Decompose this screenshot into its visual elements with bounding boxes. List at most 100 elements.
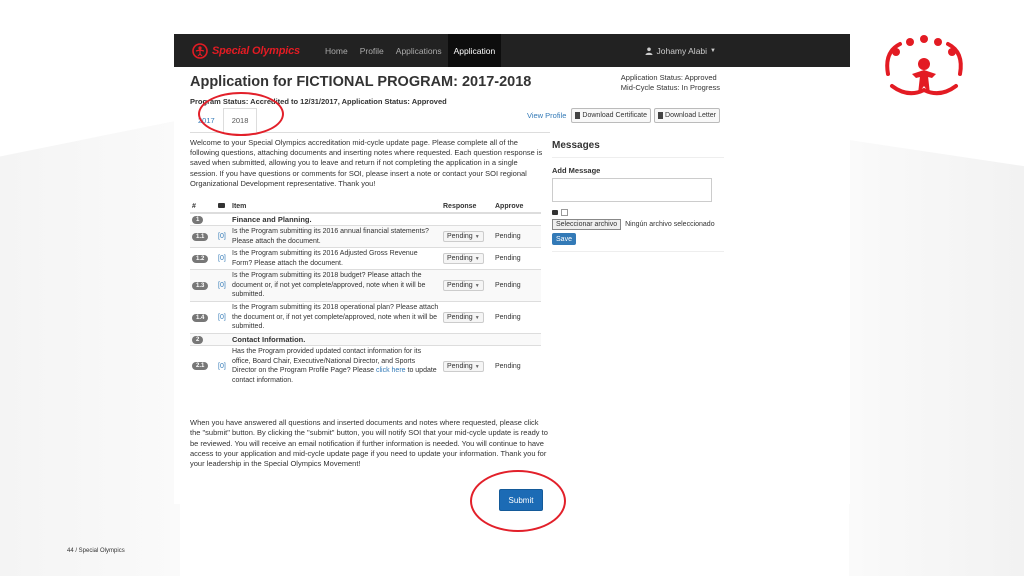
section-title: Finance and Planning. bbox=[230, 212, 441, 226]
private-checkbox[interactable] bbox=[561, 209, 568, 216]
chevron-down-icon: ▼ bbox=[474, 315, 480, 321]
nav-item-applications[interactable]: Applications bbox=[390, 34, 448, 67]
user-name: Johamy Alabi bbox=[656, 45, 708, 56]
approve-status: Pending bbox=[493, 269, 541, 302]
table-row: 1.4 [0] Is the Program submitting its 20… bbox=[190, 301, 541, 334]
slide-footer: 44 / Special Olympics bbox=[67, 548, 125, 554]
comment-icon bbox=[218, 202, 225, 208]
question-text: Is the Program submitting its 2018 budge… bbox=[230, 269, 441, 302]
chevron-down-icon: ▼ bbox=[474, 256, 480, 262]
question-badge: 1.4 bbox=[192, 313, 209, 322]
response-value: Pending bbox=[447, 255, 473, 262]
download-certificate-label: Download Certificate bbox=[582, 112, 648, 119]
chevron-down-icon: ▼ bbox=[474, 234, 480, 240]
approve-status: Pending bbox=[493, 247, 541, 270]
highlight-circle-submit bbox=[470, 470, 566, 532]
section-badge: 2 bbox=[192, 335, 204, 344]
brand[interactable]: Special Olympics bbox=[192, 42, 304, 59]
response-value: Pending bbox=[447, 282, 473, 289]
document-icon bbox=[575, 112, 581, 119]
question-badge: 1.3 bbox=[192, 281, 209, 290]
question-badge: 1.2 bbox=[192, 254, 209, 263]
user-menu[interactable]: Johamy Alabi ▼ bbox=[645, 34, 716, 67]
questions-table: # Item Response Approve 1 Finance and Pl… bbox=[190, 200, 541, 386]
highlight-circle-tab bbox=[198, 92, 284, 136]
private-toggle bbox=[552, 209, 724, 216]
question-text: Is the Program submitting its 2018 opera… bbox=[230, 301, 441, 334]
add-message-label: Add Message bbox=[552, 166, 601, 175]
question-text: Is the Program submitting its 2016 Adjus… bbox=[230, 247, 441, 270]
response-dropdown[interactable]: Pending ▼ bbox=[443, 280, 484, 291]
document-icon bbox=[658, 112, 664, 119]
top-actions: View Profile Download Certificate Downlo… bbox=[527, 108, 720, 123]
divider bbox=[552, 251, 724, 252]
question-text: Has the Program provided updated contact… bbox=[230, 345, 441, 386]
background-panel-right bbox=[849, 140, 1024, 576]
col-item-header: Item bbox=[230, 200, 441, 214]
question-badge: 2.1 bbox=[192, 362, 209, 370]
response-value: Pending bbox=[447, 233, 473, 240]
page-title: Application for FICTIONAL PROGRAM: 2017-… bbox=[190, 74, 532, 90]
choose-file-button[interactable]: Seleccionar archivo bbox=[552, 219, 622, 230]
question-badge: 1.1 bbox=[192, 232, 209, 241]
response-value: Pending bbox=[447, 314, 473, 321]
nav-item-home[interactable]: Home bbox=[319, 34, 354, 67]
col-approve-header: Approve bbox=[493, 200, 541, 214]
download-letter-button[interactable]: Download Letter bbox=[654, 108, 720, 123]
intro-text: Welcome to your Special Olympics accredi… bbox=[190, 138, 543, 188]
user-icon bbox=[645, 47, 653, 55]
navbar: Special Olympics Home Profile Applicatio… bbox=[174, 34, 850, 67]
view-profile-link[interactable]: View Profile bbox=[527, 111, 566, 120]
file-status: Ningún archivo seleccionado bbox=[625, 221, 715, 228]
table-row: 1.3 [0] Is the Program submitting its 20… bbox=[190, 269, 541, 302]
response-dropdown[interactable]: Pending ▼ bbox=[443, 312, 484, 323]
table-row: 1.2 [0] Is the Program submitting its 20… bbox=[190, 247, 541, 270]
col-num-header: # bbox=[190, 200, 216, 214]
section-row: 2 Contact Information. bbox=[190, 333, 541, 346]
cycle-status: Mid-Cycle Status: In Progress bbox=[620, 83, 720, 92]
section-badge: 1 bbox=[192, 215, 204, 224]
chevron-down-icon: ▼ bbox=[474, 283, 480, 289]
message-input[interactable] bbox=[552, 178, 712, 202]
attachment-count[interactable]: [0] bbox=[218, 233, 226, 240]
file-upload: Seleccionar archivo Ningún archivo selec… bbox=[552, 219, 724, 230]
table-header-row: # Item Response Approve bbox=[190, 200, 541, 214]
attachment-count[interactable]: [0] bbox=[218, 282, 226, 289]
download-certificate-button[interactable]: Download Certificate bbox=[571, 108, 652, 123]
brand-name: Special Olympics bbox=[212, 44, 300, 57]
section-title: Contact Information. bbox=[230, 333, 441, 346]
col-response-header: Response bbox=[441, 200, 493, 214]
nav-menu: Home Profile Applications Application bbox=[319, 34, 502, 67]
table-row: 2.1 [0] Has the Program provided updated… bbox=[190, 345, 541, 386]
download-letter-label: Download Letter bbox=[665, 112, 716, 119]
response-dropdown[interactable]: Pending ▼ bbox=[443, 231, 484, 242]
status-summary: Application Status: Approved Mid-Cycle S… bbox=[621, 73, 720, 93]
application-status: Application Status: Approved bbox=[620, 73, 717, 82]
response-dropdown[interactable]: Pending ▼ bbox=[443, 253, 484, 264]
attachment-count[interactable]: [0] bbox=[218, 363, 226, 370]
special-olympics-logo-icon bbox=[192, 42, 208, 59]
attachment-count[interactable]: [0] bbox=[218, 255, 226, 262]
section-row: 1 Finance and Planning. bbox=[190, 212, 541, 226]
lock-icon bbox=[552, 210, 558, 215]
approve-status: Pending bbox=[493, 225, 541, 248]
special-olympics-emblem-icon bbox=[885, 35, 963, 96]
nav-item-application[interactable]: Application bbox=[447, 34, 502, 67]
approve-status: Pending bbox=[493, 301, 541, 334]
response-dropdown[interactable]: Pending ▼ bbox=[443, 360, 484, 372]
chevron-down-icon: ▼ bbox=[474, 363, 480, 370]
attachment-count[interactable]: [0] bbox=[218, 314, 226, 321]
outro-text: When you have answered all questions and… bbox=[190, 418, 548, 469]
response-value: Pending bbox=[447, 362, 473, 370]
background-panel-left bbox=[0, 120, 180, 576]
save-button[interactable]: Save bbox=[552, 233, 576, 245]
question-text: Is the Program submitting its 2016 annua… bbox=[230, 225, 441, 248]
click-here-link[interactable]: click here bbox=[376, 367, 406, 374]
messages-panel: Messages Add Message Seleccionar archivo… bbox=[552, 140, 724, 252]
chevron-down-icon: ▼ bbox=[710, 47, 716, 54]
table-row: 1.1 [0] Is the Program submitting its 20… bbox=[190, 225, 541, 248]
messages-title: Messages bbox=[552, 140, 724, 158]
nav-item-profile[interactable]: Profile bbox=[354, 34, 390, 67]
approve-status: Pending bbox=[493, 345, 541, 386]
col-comments-header bbox=[216, 200, 230, 214]
